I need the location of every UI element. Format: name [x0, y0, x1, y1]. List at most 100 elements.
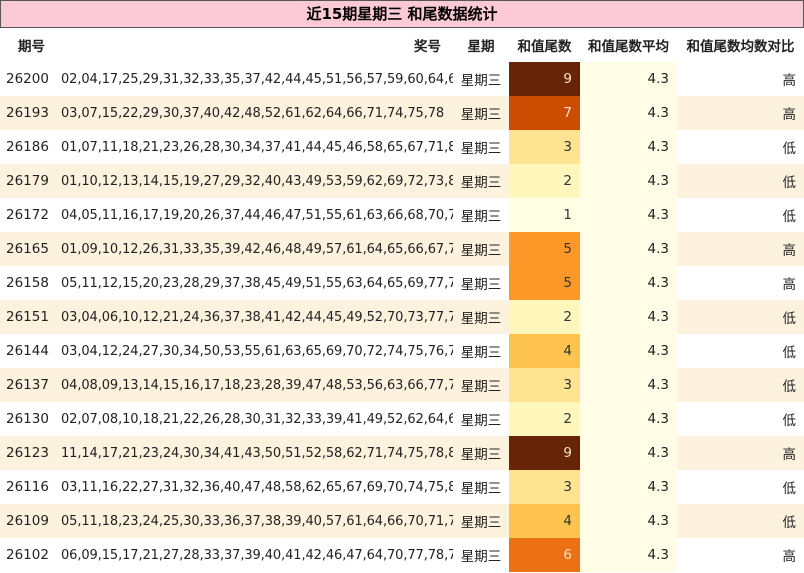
numbers-cell: 11,14,17,21,23,24,30,34,41,43,50,51,52,5… — [55, 436, 453, 470]
tail-cell: 4 — [509, 334, 580, 368]
avg-cell: 4.3 — [580, 436, 677, 470]
compare-cell: 低 — [677, 198, 804, 232]
weekday-cell: 星期三 — [453, 164, 509, 198]
table-body: 26200 02,04,17,25,29,31,32,33,35,37,42,44… — [0, 62, 804, 572]
numbers-cell: 01,10,12,13,14,15,19,27,29,32,40,43,49,5… — [55, 164, 453, 198]
avg-cell: 4.3 — [580, 130, 677, 164]
issue-cell: 26123 — [0, 436, 55, 470]
numbers-cell: 03,04,12,24,27,30,34,50,53,55,61,63,65,6… — [55, 334, 453, 368]
avg-cell: 4.3 — [580, 470, 677, 504]
weekday-cell: 星期三 — [453, 300, 509, 334]
numbers-cell: 04,08,09,13,14,15,16,17,18,23,28,39,47,4… — [55, 368, 453, 402]
table-row: 26165 01,09,10,12,26,31,33,35,39,42,46,48… — [0, 232, 804, 266]
numbers-cell: 02,04,17,25,29,31,32,33,35,37,42,44,45,5… — [55, 62, 453, 96]
table-row: 26172 04,05,11,16,17,19,20,26,37,44,46,47… — [0, 198, 804, 232]
table-row: 26200 02,04,17,25,29,31,32,33,35,37,42,44… — [0, 62, 804, 96]
weekday-cell: 星期三 — [453, 130, 509, 164]
numbers-cell: 03,04,06,10,12,21,24,36,37,38,41,42,44,4… — [55, 300, 453, 334]
compare-cell: 低 — [677, 402, 804, 436]
compare-cell: 低 — [677, 504, 804, 538]
avg-cell: 4.3 — [580, 96, 677, 130]
compare-cell: 低 — [677, 164, 804, 198]
table-row: 26130 02,07,08,10,18,21,22,26,28,30,31,32… — [0, 402, 804, 436]
numbers-cell: 03,11,16,22,27,31,32,36,40,47,48,58,62,6… — [55, 470, 453, 504]
tail-cell: 1 — [509, 198, 580, 232]
header-compare: 和值尾数均数对比 — [677, 28, 804, 62]
header-weekday: 星期 — [453, 28, 509, 62]
header-issue: 期号 — [0, 28, 55, 62]
numbers-cell: 01,09,10,12,26,31,33,35,39,42,46,48,49,5… — [55, 232, 453, 266]
table-row: 26151 03,04,06,10,12,21,24,36,37,38,41,42… — [0, 300, 804, 334]
avg-cell: 4.3 — [580, 164, 677, 198]
weekday-cell: 星期三 — [453, 402, 509, 436]
weekday-cell: 星期三 — [453, 538, 509, 572]
tail-cell: 9 — [509, 436, 580, 470]
issue-cell: 26137 — [0, 368, 55, 402]
numbers-cell: 02,07,08,10,18,21,22,26,28,30,31,32,33,3… — [55, 402, 453, 436]
weekday-cell: 星期三 — [453, 96, 509, 130]
issue-cell: 26158 — [0, 266, 55, 300]
table-row: 26123 11,14,17,21,23,24,30,34,41,43,50,51… — [0, 436, 804, 470]
weekday-cell: 星期三 — [453, 232, 509, 266]
issue-cell: 26172 — [0, 198, 55, 232]
numbers-cell: 01,07,11,18,21,23,26,28,30,34,37,41,44,4… — [55, 130, 453, 164]
avg-cell: 4.3 — [580, 368, 677, 402]
compare-cell: 低 — [677, 470, 804, 504]
compare-cell: 高 — [677, 232, 804, 266]
tail-cell: 2 — [509, 402, 580, 436]
tail-cell: 3 — [509, 368, 580, 402]
weekday-cell: 星期三 — [453, 436, 509, 470]
table-row: 26193 03,07,15,22,29,30,37,40,42,48,52,61… — [0, 96, 804, 130]
stats-table: 期号 奖号 星期 和值尾数 和值尾数平均 和值尾数均数对比 26200 02,04… — [0, 28, 804, 572]
compare-cell: 高 — [677, 266, 804, 300]
issue-cell: 26186 — [0, 130, 55, 164]
table-row: 26144 03,04,12,24,27,30,34,50,53,55,61,63… — [0, 334, 804, 368]
table-row: 26137 04,08,09,13,14,15,16,17,18,23,28,39… — [0, 368, 804, 402]
numbers-cell: 04,05,11,16,17,19,20,26,37,44,46,47,51,5… — [55, 198, 453, 232]
avg-cell: 4.3 — [580, 300, 677, 334]
tail-cell: 5 — [509, 232, 580, 266]
issue-cell: 26193 — [0, 96, 55, 130]
numbers-cell: 03,07,15,22,29,30,37,40,42,48,52,61,62,6… — [55, 96, 453, 130]
numbers-cell: 05,11,18,23,24,25,30,33,36,37,38,39,40,5… — [55, 504, 453, 538]
weekday-cell: 星期三 — [453, 334, 509, 368]
tail-cell: 3 — [509, 470, 580, 504]
table-title: 近15期星期三 和尾数据统计 — [0, 0, 804, 28]
tail-cell: 7 — [509, 96, 580, 130]
table-row: 26186 01,07,11,18,21,23,26,28,30,34,37,41… — [0, 130, 804, 164]
issue-cell: 26165 — [0, 232, 55, 266]
table-row: 26116 03,11,16,22,27,31,32,36,40,47,48,58… — [0, 470, 804, 504]
weekday-cell: 星期三 — [453, 198, 509, 232]
compare-cell: 低 — [677, 334, 804, 368]
tail-cell: 3 — [509, 130, 580, 164]
header-row: 期号 奖号 星期 和值尾数 和值尾数平均 和值尾数均数对比 — [0, 28, 804, 62]
tail-cell: 2 — [509, 300, 580, 334]
table-row: 26158 05,11,12,15,20,23,28,29,37,38,45,49… — [0, 266, 804, 300]
header-tail: 和值尾数 — [509, 28, 580, 62]
compare-cell: 低 — [677, 368, 804, 402]
issue-cell: 26116 — [0, 470, 55, 504]
avg-cell: 4.3 — [580, 504, 677, 538]
issue-cell: 26179 — [0, 164, 55, 198]
issue-cell: 26130 — [0, 402, 55, 436]
tail-cell: 2 — [509, 164, 580, 198]
tail-cell: 4 — [509, 504, 580, 538]
avg-cell: 4.3 — [580, 62, 677, 96]
issue-cell: 26102 — [0, 538, 55, 572]
avg-cell: 4.3 — [580, 402, 677, 436]
issue-cell: 26109 — [0, 504, 55, 538]
avg-cell: 4.3 — [580, 232, 677, 266]
weekday-cell: 星期三 — [453, 62, 509, 96]
table-row: 26179 01,10,12,13,14,15,19,27,29,32,40,43… — [0, 164, 804, 198]
header-avg: 和值尾数平均 — [580, 28, 677, 62]
weekday-cell: 星期三 — [453, 470, 509, 504]
weekday-cell: 星期三 — [453, 368, 509, 402]
numbers-cell: 05,11,12,15,20,23,28,29,37,38,45,49,51,5… — [55, 266, 453, 300]
issue-cell: 26200 — [0, 62, 55, 96]
compare-cell: 高 — [677, 62, 804, 96]
issue-cell: 26144 — [0, 334, 55, 368]
issue-cell: 26151 — [0, 300, 55, 334]
tail-cell: 9 — [509, 62, 580, 96]
avg-cell: 4.3 — [580, 334, 677, 368]
compare-cell: 高 — [677, 96, 804, 130]
